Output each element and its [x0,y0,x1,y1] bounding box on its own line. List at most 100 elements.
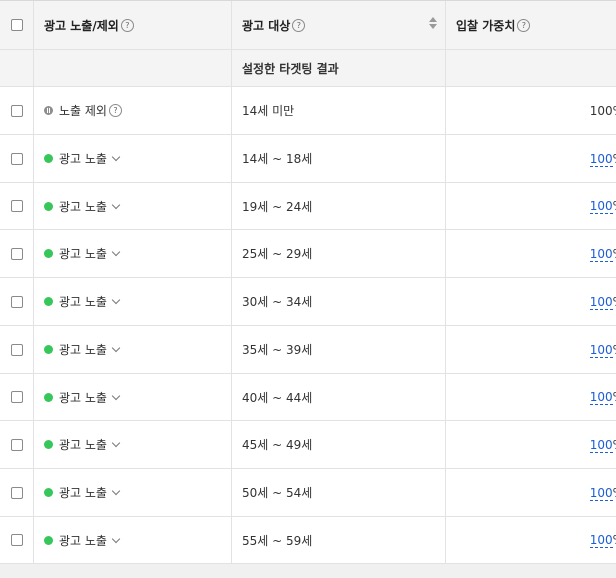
bid-weight-link[interactable]: 100 [589,294,613,310]
row-checkbox[interactable] [10,104,23,117]
target-label: 45세 ~ 49세 [242,438,313,452]
bid-weight: 100% [589,294,616,310]
bid-weight-link[interactable]: 100 [589,437,613,453]
bid-unit: % [613,438,616,452]
select-all-checkbox[interactable] [10,19,23,31]
row-bid-cell: 100% [446,326,616,373]
target-label: 25세 ~ 29세 [242,247,313,261]
row-bid-cell: 100% [446,374,616,420]
bid-weight-link[interactable]: 100 [589,342,613,358]
row-bid-cell: 100% [446,230,616,277]
row-select-cell [0,278,34,325]
chevron-down-icon[interactable] [111,486,121,496]
status-label: 광고 노출 [59,295,107,309]
table-subheader-row: 설정한 타겟팅 결과 [0,50,616,87]
row-select-cell [0,135,34,182]
row-checkbox[interactable] [10,152,23,165]
active-status-icon [44,345,53,354]
table-row: 광고 노출 50세 ~ 54세 100% [0,469,616,517]
row-status-cell[interactable]: 광고 노출 [34,230,232,277]
row-checkbox[interactable] [10,438,23,451]
bid-weight-link[interactable]: 100 [589,485,613,501]
row-target-cell: 25세 ~ 29세 [232,230,446,277]
row-checkbox[interactable] [10,200,23,212]
header-target-cell[interactable]: 광고 대상 ? [232,1,446,49]
active-status-icon [44,488,53,497]
bid-unit: % [613,295,616,309]
bid-weight-link[interactable]: 100 [589,390,613,405]
row-select-cell [0,374,34,420]
row-status-cell[interactable]: 광고 노출 [34,183,232,229]
row-bid-cell: 100% [446,421,616,468]
bid-weight: 100% [589,199,616,214]
subheader-empty-cell [34,50,232,86]
chevron-down-icon[interactable] [111,391,121,400]
status-label: 광고 노출 [59,390,107,405]
bid-weight-link[interactable]: 100 [589,246,613,262]
table-row: 광고 노출 40세 ~ 44세 100% [0,374,616,421]
row-status-cell[interactable]: 광고 노출 [34,278,232,325]
target-label: 40세 ~ 44세 [242,390,313,405]
header-status-label: 광고 노출/제외 [44,18,119,33]
target-label: 19세 ~ 24세 [242,199,313,214]
chevron-down-icon[interactable] [111,152,121,162]
active-status-icon [44,392,53,402]
subheader-target-label: 설정한 타겟팅 결과 [242,61,339,76]
bid-weight: 100% [589,342,616,358]
row-checkbox[interactable] [10,295,23,308]
bid-weight: 100% [589,103,616,118]
chevron-down-icon[interactable] [111,295,121,305]
row-status-cell[interactable]: 광고 노출 [34,469,232,516]
row-bid-cell: 100% [446,135,616,182]
bid-weight: 100% [589,151,616,167]
bid-weight-link[interactable]: 100 [589,151,613,167]
row-target-cell: 14세 ~ 18세 [232,135,446,182]
row-checkbox[interactable] [10,391,23,403]
row-status-cell[interactable]: 광고 노출 [34,135,232,182]
row-checkbox[interactable] [10,343,23,356]
target-label: 55세 ~ 59세 [242,533,313,548]
chevron-down-icon[interactable] [111,247,121,257]
help-icon[interactable]: ? [517,18,531,32]
help-icon[interactable]: ? [120,18,134,32]
status-label: 광고 노출 [59,438,107,452]
row-status-cell: 노출 제외? [34,87,232,134]
table-row: 광고 노출 25세 ~ 29세 100% [0,230,616,278]
active-status-icon [44,249,53,258]
table-row: 광고 노출 35세 ~ 39세 100% [0,326,616,374]
table-header-row: 광고 노출/제외 ? 광고 대상 ? 입찰 가중치 ? [0,0,616,50]
row-target-cell: 55세 ~ 59세 [232,517,446,563]
row-checkbox[interactable] [10,486,23,499]
help-icon[interactable]: ? [108,104,122,117]
row-status-cell[interactable]: 광고 노출 [34,517,232,563]
header-select-cell [0,1,34,49]
table-footer [0,564,616,578]
row-target-cell: 40세 ~ 44세 [232,374,446,420]
bid-weight: 100% [589,533,616,548]
row-bid-cell: 100% [446,469,616,516]
table-row: 광고 노출 14세 ~ 18세 100% [0,135,616,183]
table-row: 광고 노출 55세 ~ 59세 100% [0,517,616,564]
row-select-cell [0,469,34,516]
target-label: 14세 ~ 18세 [242,152,313,166]
bid-weight-link[interactable]: 100 [589,199,613,214]
active-status-icon [44,297,53,306]
row-status-cell[interactable]: 광고 노출 [34,374,232,420]
chevron-down-icon[interactable] [111,438,121,448]
chevron-down-icon[interactable] [111,200,121,209]
chevron-down-icon[interactable] [111,343,121,353]
bid-weight: 100% [589,390,616,405]
status-label: 광고 노출 [59,343,107,357]
bid-weight-link[interactable]: 100 [589,533,613,548]
active-status-icon [44,535,53,545]
row-checkbox[interactable] [10,247,23,260]
chevron-down-icon[interactable] [111,534,121,543]
active-status-icon [44,201,53,211]
header-bid-label: 입찰 가중치 [456,18,516,33]
row-status-cell[interactable]: 광고 노출 [34,421,232,468]
active-status-icon [44,440,53,449]
help-icon[interactable]: ? [292,18,306,32]
bid-weight: 100% [589,437,616,453]
row-checkbox[interactable] [10,534,23,546]
row-status-cell[interactable]: 광고 노출 [34,326,232,373]
